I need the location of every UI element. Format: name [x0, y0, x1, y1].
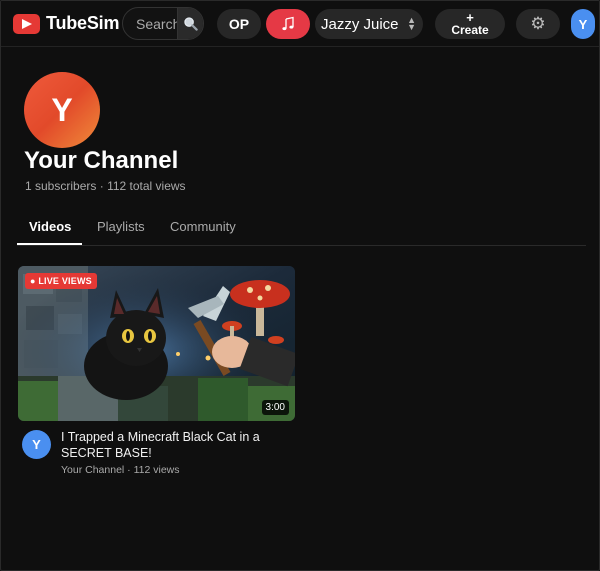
channel-tabs: Videos Playlists Community	[17, 209, 586, 246]
app-name: TubeSim	[46, 13, 120, 33]
channel-stats: 1 subscribers · 112 total views	[25, 179, 186, 193]
video-meta: Your Channel · 112 views	[61, 464, 180, 476]
video-title[interactable]: I Trapped a Minecraft Black Cat in a SEC…	[61, 429, 291, 461]
video-duration: 3:00	[261, 400, 289, 415]
active-tab-indicator	[17, 243, 82, 245]
separator: ·	[127, 464, 131, 476]
subscriber-count: 1 subscribers	[25, 179, 97, 193]
tab-community[interactable]: Community	[170, 219, 236, 234]
select-arrows-icon: ▲ ▼	[407, 15, 416, 32]
search-icon	[184, 17, 198, 31]
logo[interactable]: TubeSim	[13, 13, 119, 34]
app-window: TubeSim OP Jazzy Juice ▲▼	[0, 0, 600, 571]
channel-avatar: Y	[24, 72, 100, 148]
search-input[interactable]	[123, 8, 177, 39]
total-views: 112 total views	[107, 179, 186, 193]
video-channel-name[interactable]: Your Channel	[61, 464, 124, 476]
station-select-value: Jazzy Juice	[321, 15, 399, 33]
music-button[interactable]	[266, 9, 310, 39]
user-avatar[interactable]: Y	[571, 9, 595, 39]
separator: ·	[99, 179, 104, 193]
video-channel-avatar[interactable]: Y	[22, 430, 51, 459]
video-thumbnail[interactable]: ● LIVE VIEWS 3:00	[18, 266, 295, 421]
create-label: Create	[451, 23, 489, 37]
play-logo-icon	[13, 13, 40, 34]
tab-videos[interactable]: Videos	[29, 219, 71, 234]
settings-button[interactable]: ⚙	[516, 9, 560, 39]
channel-name: Your Channel	[24, 147, 179, 174]
tab-playlists[interactable]: Playlists	[97, 219, 145, 234]
gear-icon: ⚙	[530, 14, 546, 33]
create-button[interactable]: + Create	[435, 9, 505, 39]
music-note-icon	[282, 16, 294, 31]
op-button[interactable]: OP	[217, 9, 261, 39]
thumbnail-image	[18, 266, 295, 421]
station-select[interactable]: Jazzy Juice ▲ ▼	[315, 9, 423, 39]
live-views-badge: ● LIVE VIEWS	[25, 273, 97, 289]
search-button[interactable]	[177, 8, 203, 39]
top-bar: TubeSim OP Jazzy Juice ▲▼	[1, 1, 599, 47]
search-box	[122, 7, 204, 40]
video-views: 112 views	[133, 464, 180, 476]
